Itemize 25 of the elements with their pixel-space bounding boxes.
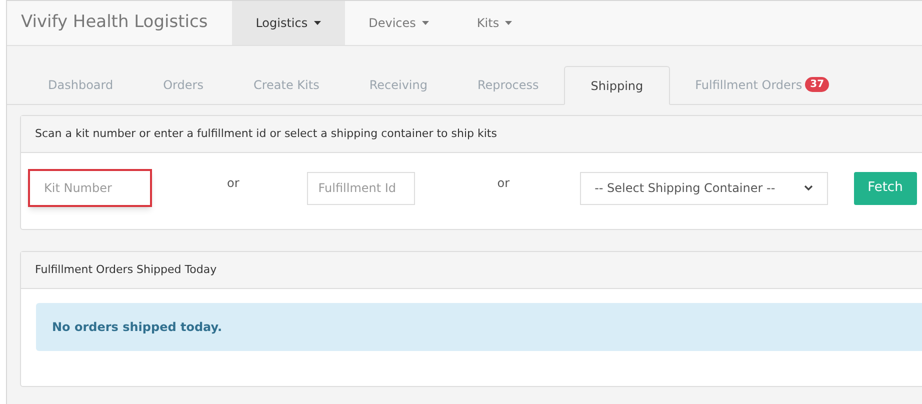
tab[interactable]: Shipping bbox=[564, 66, 670, 105]
tab[interactable]: Orders bbox=[138, 65, 228, 104]
nav-menu[interactable]: Devices bbox=[344, 1, 453, 45]
chevron-icon bbox=[804, 185, 813, 191]
panel-heading: Scan a kit number or enter a fulfillment id or select a shipping container to ship kits bbox=[35, 126, 497, 142]
count-badge: 37 bbox=[805, 77, 830, 92]
tab[interactable]: Fulfillment Orders 37 bbox=[670, 65, 854, 104]
panel-heading: Fulfillment Orders Shipped Today bbox=[35, 262, 217, 278]
tab[interactable]: Dashboard bbox=[23, 65, 138, 104]
brand-title: Vivify Health Logistics bbox=[20, 11, 209, 34]
alert-message: No orders shipped today. bbox=[52, 319, 222, 336]
fetch-button[interactable]: Fetch bbox=[854, 172, 917, 204]
caret-icon bbox=[505, 21, 512, 25]
tab[interactable]: Create Kits bbox=[228, 65, 344, 104]
tab[interactable]: Reprocess bbox=[452, 65, 564, 104]
caret-icon bbox=[314, 21, 321, 25]
fulfillment-id-field[interactable]: Fulfillment Id bbox=[307, 172, 416, 204]
nav-menu[interactable]: Kits bbox=[452, 1, 536, 45]
kit-number-field[interactable]: Kit Number bbox=[28, 169, 152, 207]
caret-icon bbox=[422, 21, 429, 25]
nav-menu[interactable]: Logistics bbox=[232, 1, 345, 45]
or-label: or bbox=[227, 175, 240, 192]
tab[interactable]: Receiving bbox=[344, 65, 452, 104]
or-label: or bbox=[497, 175, 510, 192]
shipping-container-select[interactable]: -- Select Shipping Container -- bbox=[580, 172, 828, 204]
